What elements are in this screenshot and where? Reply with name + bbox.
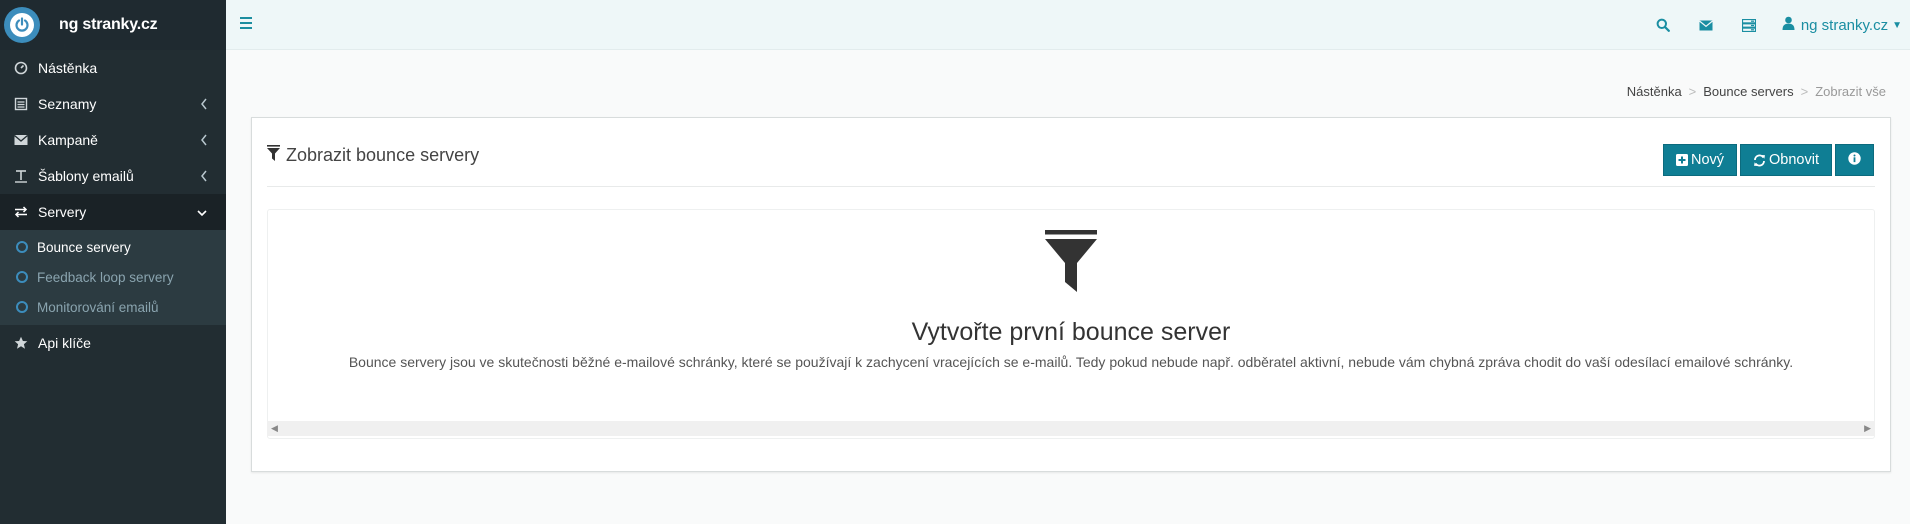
- breadcrumb-separator: >: [1688, 84, 1697, 99]
- breadcrumb: Nástěnka > Bounce servers > Zobrazit vše: [1627, 84, 1886, 99]
- new-button[interactable]: Nový: [1662, 144, 1738, 176]
- search-icon[interactable]: [1653, 15, 1673, 35]
- menu-toggle-icon[interactable]: [240, 17, 252, 29]
- breadcrumb-item-bounce-servers[interactable]: Bounce servers: [1703, 84, 1793, 99]
- horizontal-scrollbar[interactable]: ◀ ▶: [267, 421, 1875, 436]
- sidebar-item-label: Seznamy: [38, 96, 97, 112]
- refresh-button-label: Obnovit: [1769, 152, 1819, 168]
- empty-state-title: Vytvořte první bounce server: [911, 318, 1231, 346]
- user-menu[interactable]: ng stranky.cz ▼: [1782, 16, 1902, 34]
- envelope-icon: [13, 132, 29, 148]
- power-icon: [4, 7, 40, 43]
- submenu-item-label: Monitorování emailů: [37, 299, 159, 315]
- top-bar: ng stranky.cz ▼: [226, 0, 1910, 50]
- scroll-left-icon[interactable]: ◀: [271, 423, 278, 434]
- sidebar-item-label: Servery: [38, 204, 87, 220]
- top-actions: ng stranky.cz ▼: [1653, 0, 1910, 50]
- server-icon[interactable]: [1739, 15, 1759, 35]
- circle-icon: [16, 241, 28, 253]
- content-box: Zobrazit bounce servery Nový Obnovit Vyt…: [251, 117, 1891, 472]
- filter-icon: [267, 145, 280, 166]
- sidebar: ng stranky.cz Nástěnka Seznamy Kampaně Š…: [0, 0, 226, 524]
- box-title: Zobrazit bounce servery: [267, 145, 479, 166]
- servers-submenu: Bounce servery Feedback loop servery Mon…: [0, 230, 226, 325]
- dashboard-icon: [13, 60, 29, 76]
- user-name: ng stranky.cz: [1800, 16, 1889, 34]
- sidebar-item-api-keys[interactable]: Api klíče: [0, 325, 226, 361]
- empty-state-description: Bounce servery jsou ve skutečnosti běžné…: [348, 354, 1794, 370]
- chevron-down-icon: [196, 205, 208, 221]
- brand-title: ng stranky.cz: [59, 16, 158, 33]
- box-actions: Nový Obnovit: [1660, 144, 1874, 176]
- exchange-icon: [13, 204, 29, 220]
- info-button[interactable]: [1835, 144, 1874, 176]
- sidebar-item-label: Api klíče: [38, 335, 91, 351]
- sidebar-item-dashboard[interactable]: Nástěnka: [0, 50, 226, 86]
- filter-icon: [1045, 230, 1097, 297]
- box-header: Zobrazit bounce servery Nový Obnovit: [267, 118, 1875, 187]
- chevron-left-icon: [200, 133, 208, 149]
- breadcrumb-separator: >: [1800, 84, 1809, 99]
- box-title-text: Zobrazit bounce servery: [286, 145, 480, 165]
- star-icon: [13, 335, 29, 351]
- sidebar-item-label: Nástěnka: [38, 60, 98, 76]
- sidebar-item-servers[interactable]: Servery: [0, 194, 226, 230]
- sidebar-item-campaigns[interactable]: Kampaně: [0, 122, 226, 158]
- new-button-label: Nový: [1690, 152, 1725, 168]
- user-icon: [1782, 16, 1795, 34]
- breadcrumb-item-dashboard[interactable]: Nástěnka: [1627, 84, 1682, 99]
- sidebar-item-label: Šablony emailů: [38, 168, 134, 184]
- chevron-left-icon: [200, 169, 208, 185]
- scroll-right-icon[interactable]: ▶: [1864, 423, 1871, 434]
- list-icon: [13, 96, 29, 112]
- circle-icon: [16, 271, 28, 283]
- info-icon: [1848, 151, 1861, 169]
- refresh-icon: [1753, 154, 1766, 167]
- envelope-icon[interactable]: [1696, 15, 1716, 35]
- submenu-item-label: Feedback loop servery: [37, 269, 174, 285]
- sidebar-item-templates[interactable]: Šablony emailů: [0, 158, 226, 194]
- plus-square-icon: [1675, 154, 1688, 166]
- circle-icon: [16, 301, 28, 313]
- submenu-item-email-monitoring[interactable]: Monitorování emailů: [0, 292, 226, 322]
- sidebar-menu: Nástěnka Seznamy Kampaně Šablony emailů …: [0, 50, 226, 230]
- empty-state-panel: Vytvořte první bounce server Bounce serv…: [267, 209, 1875, 439]
- chevron-left-icon: [200, 97, 208, 113]
- sidebar-menu-bottom: Api klíče: [0, 325, 226, 361]
- text-icon: [13, 168, 29, 184]
- brand[interactable]: ng stranky.cz: [0, 0, 226, 50]
- sidebar-item-label: Kampaně: [38, 132, 98, 148]
- sidebar-item-lists[interactable]: Seznamy: [0, 86, 226, 122]
- refresh-button[interactable]: Obnovit: [1740, 144, 1832, 176]
- caret-down-icon: ▼: [1892, 19, 1902, 31]
- submenu-item-label: Bounce servery: [37, 239, 131, 255]
- breadcrumb-item-current: Zobrazit vše: [1815, 84, 1886, 99]
- submenu-item-bounce-servers[interactable]: Bounce servery: [0, 232, 226, 262]
- submenu-item-feedback-loop[interactable]: Feedback loop servery: [0, 262, 226, 292]
